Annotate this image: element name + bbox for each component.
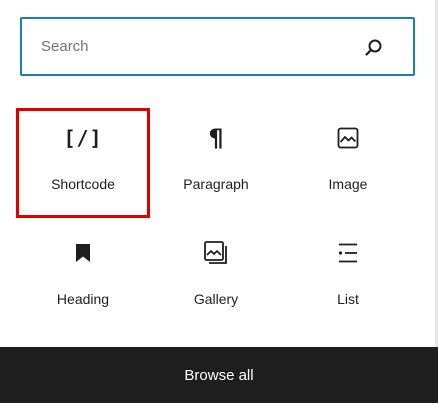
image-icon [281, 124, 415, 152]
block-gallery[interactable]: Gallery [149, 223, 283, 333]
search-input[interactable] [39, 19, 339, 74]
block-inserter-panel: [/] Shortcode ¶ Paragraph Image [0, 0, 438, 403]
block-shortcode[interactable]: [/] Shortcode [16, 108, 150, 218]
block-heading[interactable]: Heading [16, 223, 150, 333]
block-label: Shortcode [51, 176, 115, 192]
list-icon [281, 239, 415, 267]
block-paragraph[interactable]: ¶ Paragraph [149, 108, 283, 218]
paragraph-icon: ¶ [208, 124, 224, 152]
block-label: Gallery [193, 291, 239, 307]
search-icon[interactable] [363, 37, 385, 59]
block-label: Paragraph [183, 176, 249, 192]
search-box[interactable] [20, 17, 415, 76]
block-label: List [337, 291, 359, 307]
browse-all-button[interactable]: Browse all [0, 347, 438, 403]
block-image[interactable]: Image [281, 108, 415, 218]
block-label: Image [328, 176, 368, 192]
block-list[interactable]: List [281, 223, 415, 333]
browse-all-label: Browse all [184, 366, 254, 384]
block-label: Heading [56, 291, 110, 307]
shortcode-icon: [/] [63, 126, 103, 150]
gallery-icon [149, 239, 283, 267]
bookmark-icon [16, 239, 150, 267]
